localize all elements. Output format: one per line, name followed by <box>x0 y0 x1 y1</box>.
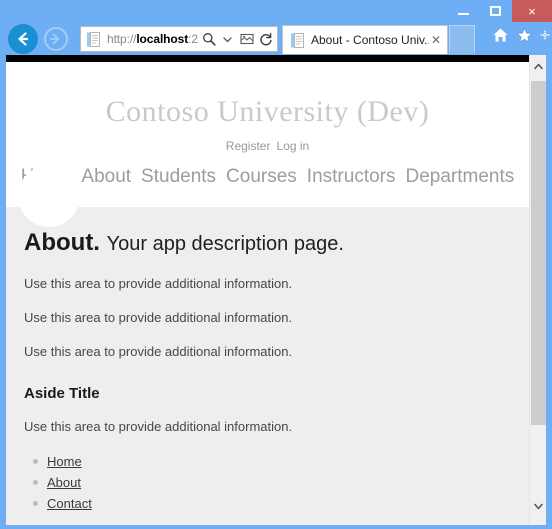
home-icon[interactable] <box>492 27 509 48</box>
body-paragraph: Use this area to provide additional info… <box>24 276 293 291</box>
page-viewport: Contoso University (Dev) Register Log in … <box>6 55 546 525</box>
close-icon: × <box>528 3 536 19</box>
chevron-down-icon <box>534 503 543 510</box>
gear-icon[interactable] <box>540 27 550 48</box>
forward-button[interactable] <box>44 27 68 51</box>
forward-arrow-icon <box>50 33 60 45</box>
page-icon <box>84 28 103 50</box>
list-item: About <box>33 472 511 493</box>
page-title-strong: About. <box>24 229 100 256</box>
body-paragraph: Use this area to provide additional info… <box>24 310 293 325</box>
page-title: About. Your app description page. <box>24 207 511 257</box>
minimize-icon <box>457 13 469 15</box>
chevron-up-icon <box>534 63 543 70</box>
nav-item-departments[interactable]: Departments <box>406 166 515 187</box>
title-bar: × <box>0 0 552 22</box>
chevron-down-icon[interactable] <box>218 28 237 50</box>
site-brand[interactable]: Contoso University (Dev) <box>6 62 529 129</box>
login-link[interactable]: Log in <box>276 139 309 153</box>
toolbar-icon-group <box>492 27 550 48</box>
browser-toolbar: http://localhost:214 <box>0 22 552 55</box>
list-item: Home <box>33 451 511 472</box>
maximize-button[interactable] <box>480 0 510 22</box>
back-arrow-icon <box>18 32 29 46</box>
main-navigation: HomeAboutStudentsCoursesInstructorsDepar… <box>6 166 529 188</box>
web-page: Contoso University (Dev) Register Log in … <box>6 62 529 525</box>
close-window-button[interactable]: × <box>512 0 552 22</box>
new-tab-button[interactable] <box>449 25 475 54</box>
page-top-bar <box>6 55 529 62</box>
search-icon[interactable] <box>199 28 218 50</box>
page-body: About. Your app description page. Use th… <box>6 165 529 525</box>
auth-links: Register Log in <box>6 139 529 153</box>
aside-link-about[interactable]: About <box>47 475 81 490</box>
page-title-subtitle: Your app description page. <box>106 233 344 255</box>
compatibility-view-icon[interactable] <box>237 28 256 50</box>
address-bar[interactable]: http://localhost:214 <box>80 26 278 52</box>
aside-link-list: Home About Contact <box>24 451 511 514</box>
aside-title: Aside Title <box>24 385 100 402</box>
body-paragraph: Use this area to provide additional info… <box>24 344 293 359</box>
aside-paragraph: Use this area to provide additional info… <box>24 419 293 434</box>
site-header: Contoso University (Dev) Register Log in … <box>6 62 529 207</box>
star-icon[interactable] <box>516 27 533 48</box>
scrollbar-thumb[interactable] <box>531 81 546 425</box>
register-link[interactable]: Register <box>226 139 271 153</box>
vertical-scrollbar[interactable] <box>529 55 546 525</box>
tab-favicon-icon <box>288 29 307 51</box>
aside-link-contact[interactable]: Contact <box>47 496 92 511</box>
browser-window: × http://localhost:2 About - Contoso Uni… <box>0 0 552 529</box>
nav-item-courses[interactable]: Courses <box>226 166 297 187</box>
refresh-icon[interactable] <box>256 28 275 50</box>
scroll-up-button[interactable] <box>530 58 546 75</box>
maximize-icon <box>489 6 501 16</box>
minimize-button[interactable] <box>448 0 478 22</box>
tab-title: About - Contoso Univ... <box>311 33 429 47</box>
scroll-down-button[interactable] <box>530 498 546 515</box>
url-text: http://localhost:214 <box>107 32 199 46</box>
nav-item-instructors[interactable]: Instructors <box>307 166 396 187</box>
tab-strip: About - Contoso Univ... ✕ <box>282 25 475 54</box>
tab-close-icon[interactable]: ✕ <box>429 33 443 47</box>
list-item: Contact <box>33 493 511 514</box>
aside-link-home[interactable]: Home <box>47 454 82 469</box>
nav-item-students[interactable]: Students <box>141 166 216 187</box>
back-button[interactable] <box>8 24 38 54</box>
nav-item-about[interactable]: About <box>81 166 131 187</box>
tab-about-contoso-university[interactable]: About - Contoso Univ... ✕ <box>282 25 448 54</box>
